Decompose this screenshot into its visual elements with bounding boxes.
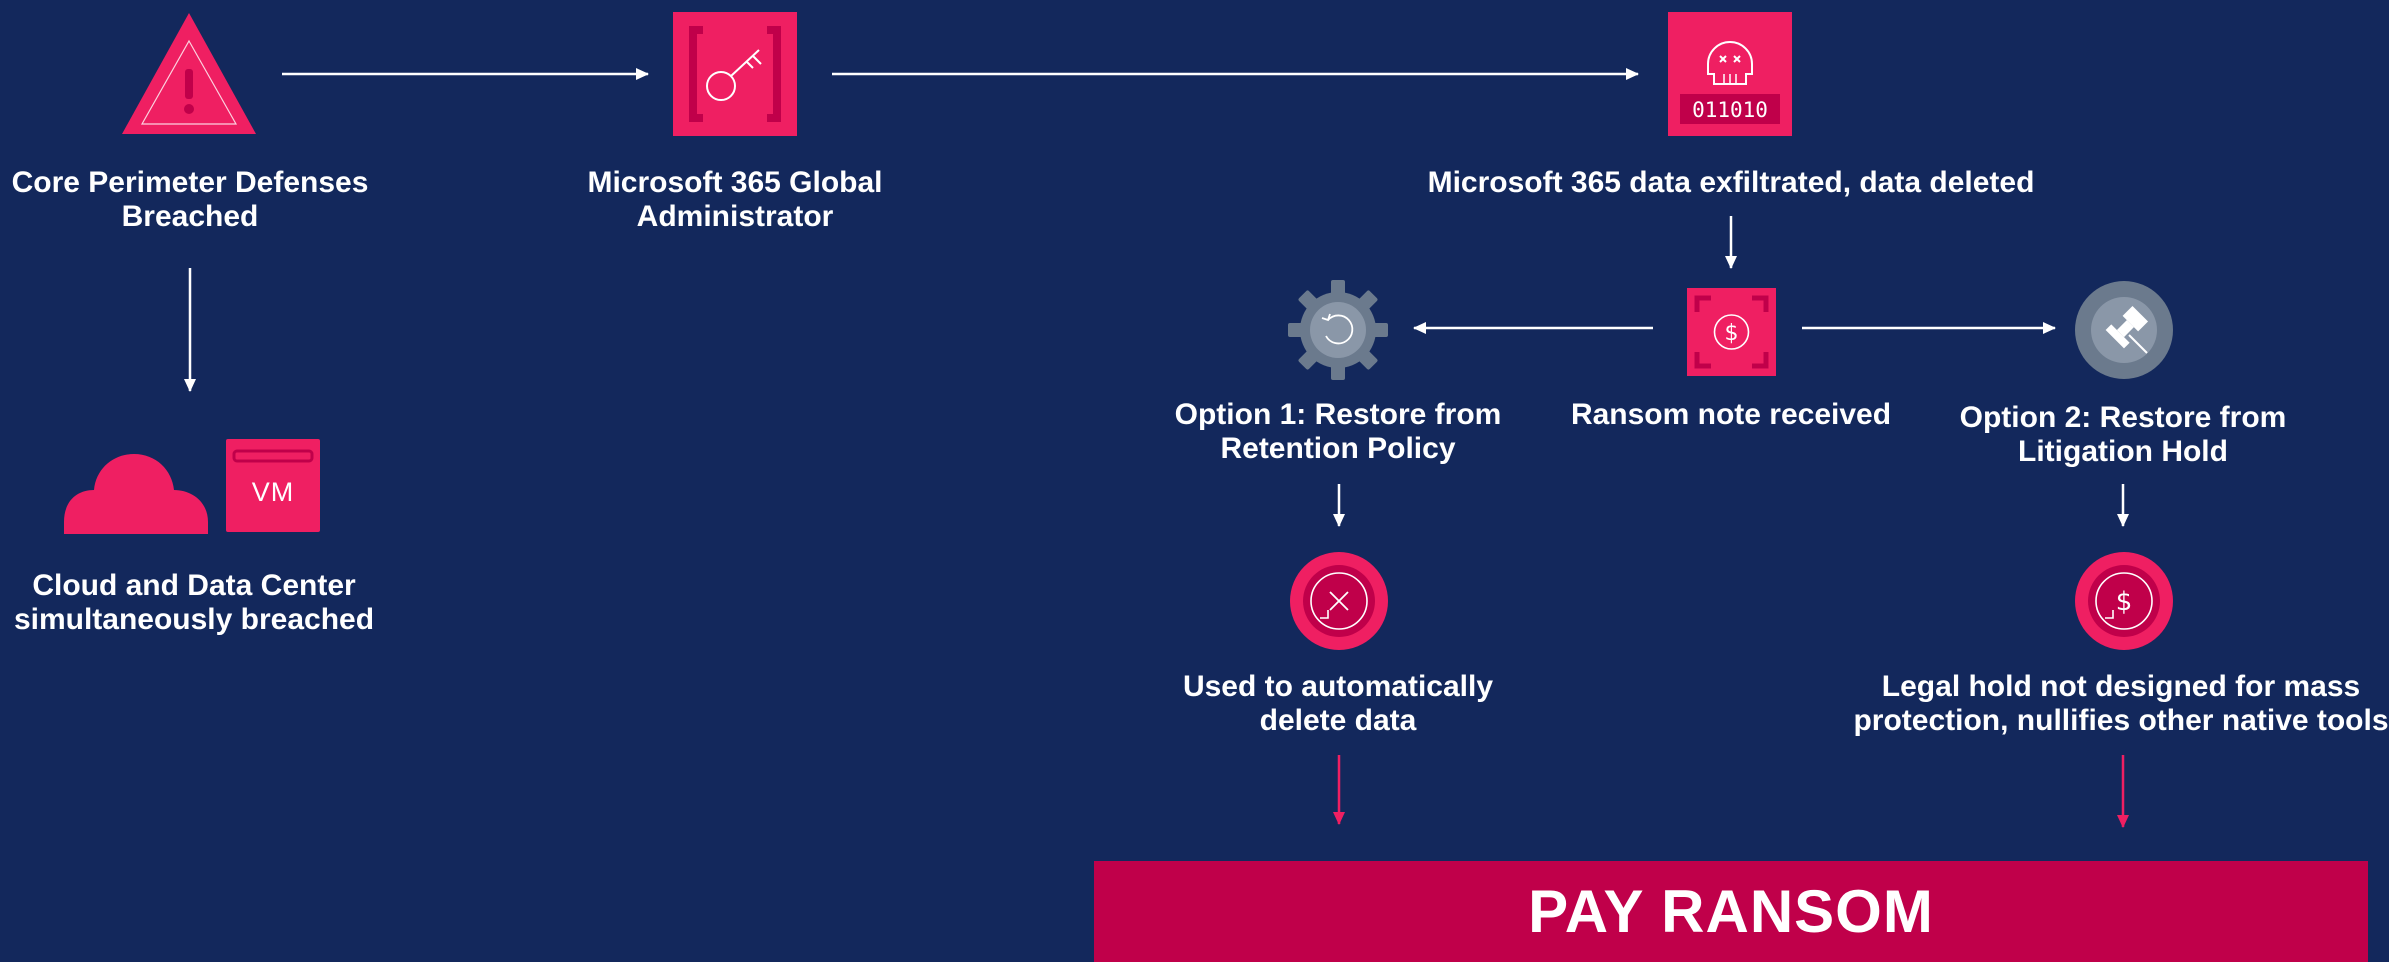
ransom-dollar-icon: $ — [1687, 288, 1776, 376]
dollar-cycle-icon: $ — [2075, 552, 2173, 650]
warning-triangle-icon — [120, 11, 258, 136]
delete-cycle-icon — [1290, 552, 1388, 650]
cloud-icon — [64, 452, 208, 534]
vm-server-icon: VM — [226, 439, 320, 532]
pay-ransom-text: PAY RANSOM — [1528, 878, 1934, 945]
skull-data-icon: 011010 — [1668, 12, 1792, 136]
skull-data-code: 011010 — [1692, 98, 1768, 122]
cloud-dc-label: Cloud and Data Center simultaneously bre… — [13, 569, 375, 636]
global-admin-label: Microsoft 365 Global Administrator — [587, 166, 883, 233]
auto-delete-label: Used to automatically delete data — [1182, 670, 1494, 737]
perimeter-label: Core Perimeter Defenses Breached — [11, 166, 369, 233]
flow-arrows — [184, 68, 2129, 828]
vm-label: VM — [251, 477, 295, 507]
legal-hold-label: Legal hold not designed for mass protect… — [1853, 670, 2389, 737]
option2-label: Option 2: Restore from Litigation Hold — [1959, 401, 2287, 468]
pay-ransom-banner: PAY RANSOM — [1094, 861, 2368, 962]
ransom-note-label: Ransom note received — [1570, 398, 1892, 431]
svg-text:$: $ — [2116, 587, 2133, 617]
svg-text:$: $ — [1725, 321, 1739, 346]
exfiltrated-label: Microsoft 365 data exfiltrated, data del… — [1427, 166, 2035, 199]
admin-key-icon — [673, 12, 797, 136]
gear-restore-icon — [1286, 278, 1390, 382]
gavel-icon — [2075, 281, 2173, 379]
option1-label: Option 1: Restore from Retention Policy — [1174, 398, 1502, 465]
